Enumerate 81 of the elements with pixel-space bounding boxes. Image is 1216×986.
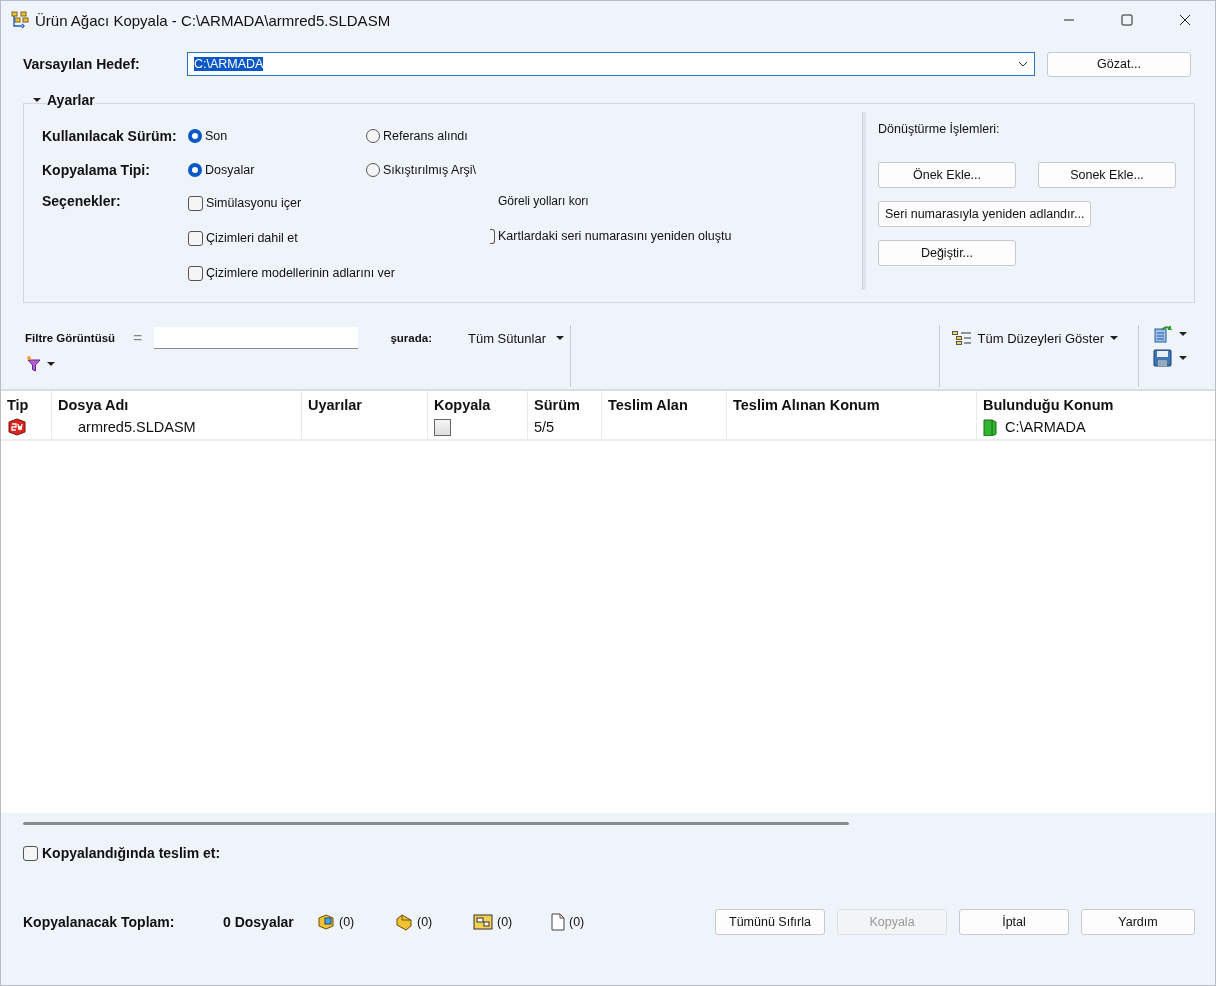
version-label: Kullanılacak Sürüm: [42, 128, 178, 144]
transform-button[interactable]: Seri numarasıyla yeniden adlandır... [878, 201, 1092, 227]
radio-button[interactable] [188, 163, 202, 177]
caret-icon [1179, 331, 1187, 337]
column-header[interactable]: Teslim Alan [601, 391, 726, 415]
column-header[interactable]: Dosya Adı [51, 391, 301, 415]
checkbox-label: Çizimleri dahil et [206, 231, 298, 245]
assembly-icon [317, 913, 335, 931]
column-header[interactable]: Kopyala [427, 391, 527, 415]
levels-dropdown[interactable]: Tüm Düzeyleri Göster [945, 327, 1124, 349]
checkbox-label: Çizimlere modellerinin adlarını ver [206, 266, 395, 280]
chevron-icon [1018, 61, 1028, 67]
checkbox[interactable] [188, 265, 203, 281]
scrollbar-thumb[interactable] [23, 821, 849, 825]
transform-button[interactable]: Değiştir... [878, 240, 1016, 266]
browse-button[interactable]: Gözat... [1047, 51, 1191, 77]
export-icon [1153, 325, 1173, 343]
save-icon [1153, 349, 1173, 367]
tree-icon [11, 11, 29, 29]
file-name: armred5.SLDASM [77, 419, 196, 435]
hierarchy-icon [951, 331, 972, 345]
copy-type-label: Kopyalama Tipi: [42, 162, 151, 178]
transform-button[interactable]: Sonek Ekle... [1038, 162, 1176, 188]
caret-icon [556, 335, 565, 341]
drawing-icon [473, 913, 493, 931]
dialog-button[interactable]: İptal [959, 909, 1069, 935]
filter-label: Filtre Görüntüsü [25, 332, 116, 344]
checkbox-label: Kartlardaki seri numarasını yeniden oluştu [498, 229, 732, 243]
filter-button[interactable] [25, 355, 55, 373]
option-text: Göreli yolları korı [497, 194, 589, 208]
part-icon [395, 913, 413, 931]
maximize-icon[interactable] [1121, 14, 1133, 26]
radio-label: Sıkıştırılmış Arşi\ [383, 163, 477, 177]
radio-label: Dosyalar [205, 163, 255, 177]
count-text: (0) [339, 915, 355, 929]
radio-label: Son [205, 129, 228, 143]
folder-icon [983, 418, 997, 436]
filter-field[interactable] [154, 327, 359, 349]
transform-title: Dönüştürme İşlemleri: [878, 122, 1001, 136]
columns-dropdown[interactable]: Tüm Sütunlar [462, 330, 571, 346]
caret-icon [1179, 355, 1187, 361]
settings-title: Ayarlar [47, 92, 95, 108]
dialog-button[interactable]: Tümünü Sıfırla [715, 909, 825, 935]
count-text: (0) [417, 915, 433, 929]
files-count: 0 Dosyalar [223, 914, 295, 930]
location-cell: C:\ARMADA [1005, 419, 1086, 435]
total-label: Kopyalanacak Toplam: [23, 914, 176, 930]
count-text: (0) [497, 915, 513, 929]
checkbox[interactable] [188, 230, 203, 246]
radio-label: Referans alındı [383, 129, 468, 143]
destination-field[interactable]: C:\ARMADA [187, 52, 1035, 76]
count-text: (0) [569, 915, 585, 929]
column-header[interactable]: Sürüm [527, 391, 601, 415]
version-cell: 5/5 [534, 419, 555, 435]
column-header[interactable]: Tip [1, 391, 51, 415]
checkin-label: Kopyalandığında teslim et: [42, 845, 221, 861]
assembly-file-icon [7, 418, 27, 436]
close-icon[interactable] [1179, 14, 1191, 26]
radio-button[interactable] [366, 163, 380, 177]
checkbox[interactable] [490, 228, 495, 244]
copy-checkbox[interactable] [434, 418, 451, 436]
caret-icon [1110, 335, 1118, 341]
column-header[interactable]: Teslim Alınan Konum [726, 391, 976, 415]
radio-button[interactable] [366, 129, 380, 143]
funnel-icon [25, 355, 43, 373]
column-header[interactable]: Uyarılar [301, 391, 427, 415]
transform-button[interactable]: Önek Ekle... [878, 162, 1016, 188]
destination-label: Varsayılan Hedef: [23, 56, 141, 72]
checkbox-label: Simülasyonu içer [206, 196, 302, 210]
checkbox[interactable] [23, 845, 38, 861]
radio-button[interactable] [188, 129, 202, 143]
window-title: Ürün Ağacı Kopyala - C:\ARMADA\armred5.SLDASM [35, 11, 391, 29]
in-label: şurada: [390, 332, 432, 344]
dialog-button[interactable]: Yardım [1081, 909, 1195, 935]
equals-sign: = [133, 329, 143, 347]
document-icon [551, 913, 565, 931]
caret-icon [47, 361, 55, 367]
options-label: Seçenekler: [42, 192, 122, 209]
checkbox[interactable] [188, 195, 203, 211]
collapse-arrow-icon[interactable] [33, 97, 41, 103]
column-header[interactable]: Bulunduğu Konum [976, 391, 1215, 415]
